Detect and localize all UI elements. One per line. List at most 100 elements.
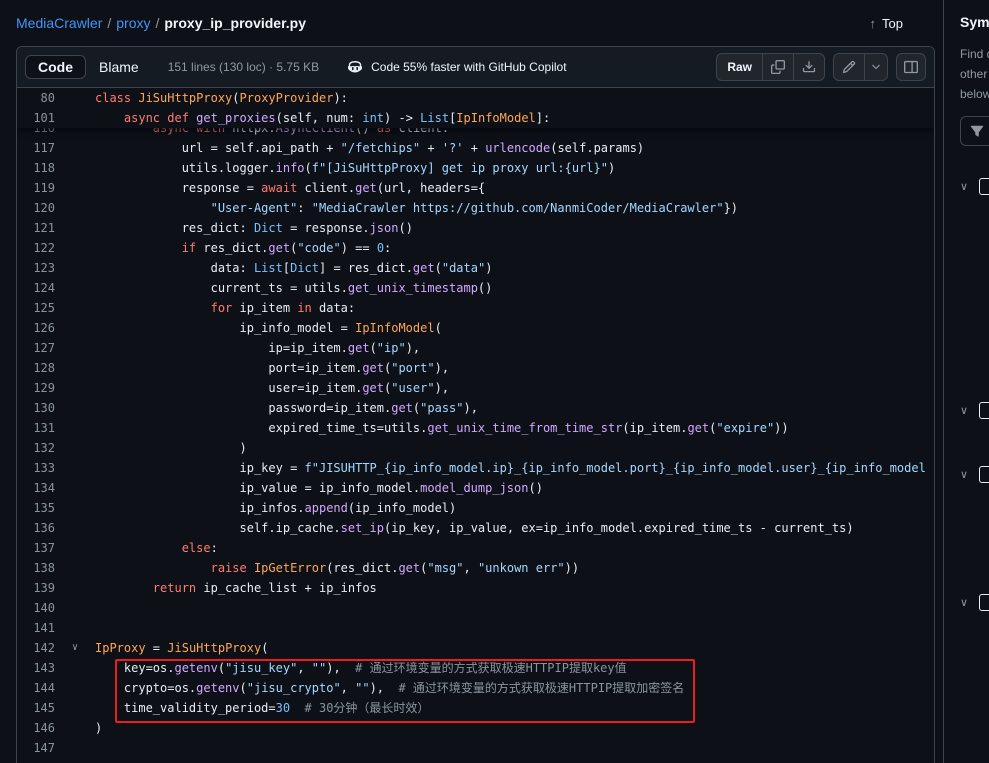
symbol-tree-row[interactable]: ∨	[960, 402, 989, 419]
copilot-banner: Code 55% faster with GitHub Copilot	[347, 59, 566, 75]
breadcrumb-file-name: proxy_ip_provider.py	[164, 15, 306, 31]
symbol-label-fragment	[979, 402, 989, 419]
line-number[interactable]: 119	[17, 178, 55, 198]
tab-code[interactable]: Code	[25, 55, 86, 79]
code-text: expired_time_ts=utils.get_unix_time_from…	[95, 418, 789, 438]
code-text: ip_value = ip_info_model.model_dump_json…	[95, 478, 543, 498]
edit-dropdown-button[interactable]	[864, 54, 887, 80]
line-number[interactable]: 101	[17, 108, 55, 128]
code-line: 145 time_validity_period=30 # 30分钟（最长时效）	[17, 698, 934, 718]
chevron-down-icon: ∨	[960, 596, 968, 609]
file-meta: 151 lines (130 loc) · 5.75 KB	[168, 60, 319, 74]
line-number[interactable]: 121	[17, 218, 55, 238]
code-line: 139 return ip_cache_list + ip_infos	[17, 578, 934, 598]
line-number[interactable]: 122	[17, 238, 55, 258]
fold-gutter	[55, 238, 95, 258]
fold-gutter	[55, 518, 95, 538]
tab-blame[interactable]: Blame	[86, 55, 152, 79]
line-number[interactable]: 145	[17, 698, 55, 718]
line-number[interactable]: 147	[17, 738, 55, 758]
back-to-top-button[interactable]: ↑ Top	[870, 16, 903, 31]
fold-gutter	[55, 718, 95, 738]
line-number[interactable]: 136	[17, 518, 55, 538]
filter-symbols-input[interactable]	[960, 116, 989, 146]
code-text: time_validity_period=30 # 30分钟（最长时效）	[95, 698, 429, 718]
line-number[interactable]: 124	[17, 278, 55, 298]
line-number[interactable]: 123	[17, 258, 55, 278]
symbol-tree-row[interactable]: ∨	[960, 178, 989, 195]
line-number[interactable]: 146	[17, 718, 55, 738]
code-line: 135 ip_infos.append(ip_info_model)	[17, 498, 934, 518]
code-line: 146)	[17, 718, 934, 738]
code-line: 122 if res_dict.get("code") == 0:	[17, 238, 934, 258]
line-number[interactable]: 128	[17, 358, 55, 378]
line-number[interactable]: 143	[17, 658, 55, 678]
chevron-down-icon: ∨	[960, 404, 968, 417]
fold-gutter	[55, 738, 95, 758]
code-line: 134 ip_value = ip_info_model.model_dump_…	[17, 478, 934, 498]
line-number[interactable]: 137	[17, 538, 55, 558]
breadcrumb: MediaCrawler / proxy / proxy_ip_provider…	[0, 0, 943, 46]
code-text: password=ip_item.get("pass"),	[95, 398, 478, 418]
raw-button[interactable]: Raw	[717, 54, 762, 80]
fold-gutter	[55, 318, 95, 338]
line-number[interactable]: 129	[17, 378, 55, 398]
line-number[interactable]: 120	[17, 198, 55, 218]
line-number[interactable]: 130	[17, 398, 55, 418]
code-text: return ip_cache_list + ip_infos	[95, 578, 377, 598]
code-text: data: List[Dict] = res_dict.get("data")	[95, 258, 492, 278]
code-line: 144 crypto=os.getenv("jisu_crypto", ""),…	[17, 678, 934, 698]
fold-gutter	[55, 198, 95, 218]
symbols-panel-title: Symbols	[960, 14, 989, 30]
symbol-tree-row[interactable]: ∨	[960, 594, 989, 611]
code-line: 142∨IpProxy = JiSuHttpProxy(	[17, 638, 934, 658]
code-text: ip=ip_item.get("ip"),	[95, 338, 420, 358]
fold-chevron-icon[interactable]: ∨	[55, 638, 95, 658]
fold-gutter	[55, 138, 95, 158]
code-text: current_ts = utils.get_unix_timestamp()	[95, 278, 492, 298]
symbol-tree-row[interactable]: ∨	[960, 466, 989, 483]
line-number[interactable]: 117	[17, 138, 55, 158]
line-number[interactable]: 132	[17, 438, 55, 458]
line-number[interactable]: 133	[17, 458, 55, 478]
code-text: )	[95, 718, 102, 738]
line-number[interactable]: 131	[17, 418, 55, 438]
breadcrumb-repo-link[interactable]: MediaCrawler	[16, 15, 102, 31]
copy-button[interactable]	[762, 54, 793, 80]
line-number[interactable]: 80	[17, 88, 55, 108]
chevron-down-icon	[870, 61, 882, 73]
code-line: 131 expired_time_ts=utils.get_unix_time_…	[17, 418, 934, 438]
edit-button[interactable]	[834, 54, 864, 80]
file-view: Code Blame 151 lines (130 loc) · 5.75 KB…	[16, 46, 935, 763]
fold-gutter	[55, 698, 95, 718]
line-number[interactable]: 126	[17, 318, 55, 338]
fold-gutter	[55, 358, 95, 378]
code-line: 124 current_ts = utils.get_unix_timestam…	[17, 278, 934, 298]
download-icon	[802, 60, 816, 74]
breadcrumb-path: MediaCrawler / proxy / proxy_ip_provider…	[16, 15, 306, 31]
line-number[interactable]: 142	[17, 638, 55, 658]
fold-gutter	[55, 598, 95, 618]
line-number[interactable]: 135	[17, 498, 55, 518]
code-line: 132 )	[17, 438, 934, 458]
back-to-top-label: Top	[882, 16, 903, 31]
line-number[interactable]: 140	[17, 598, 55, 618]
line-number[interactable]: 139	[17, 578, 55, 598]
code-text: user=ip_item.get("user"),	[95, 378, 449, 398]
line-number[interactable]: 127	[17, 338, 55, 358]
code-line: 126 ip_info_model = IpInfoModel(	[17, 318, 934, 338]
symbols-toggle-button[interactable]	[896, 53, 926, 81]
line-number[interactable]: 138	[17, 558, 55, 578]
line-number[interactable]: 144	[17, 678, 55, 698]
code-line: 137 else:	[17, 538, 934, 558]
main-content: MediaCrawler / proxy / proxy_ip_provider…	[0, 0, 943, 763]
code-text: class JiSuHttpProxy(ProxyProvider):	[95, 88, 348, 108]
line-number[interactable]: 134	[17, 478, 55, 498]
code-blame-switcher: Code Blame	[25, 55, 152, 79]
code-line: 121 res_dict: Dict = response.json()	[17, 218, 934, 238]
download-button[interactable]	[793, 54, 824, 80]
line-number[interactable]: 118	[17, 158, 55, 178]
line-number[interactable]: 141	[17, 618, 55, 638]
breadcrumb-folder-link[interactable]: proxy	[116, 15, 150, 31]
line-number[interactable]: 125	[17, 298, 55, 318]
